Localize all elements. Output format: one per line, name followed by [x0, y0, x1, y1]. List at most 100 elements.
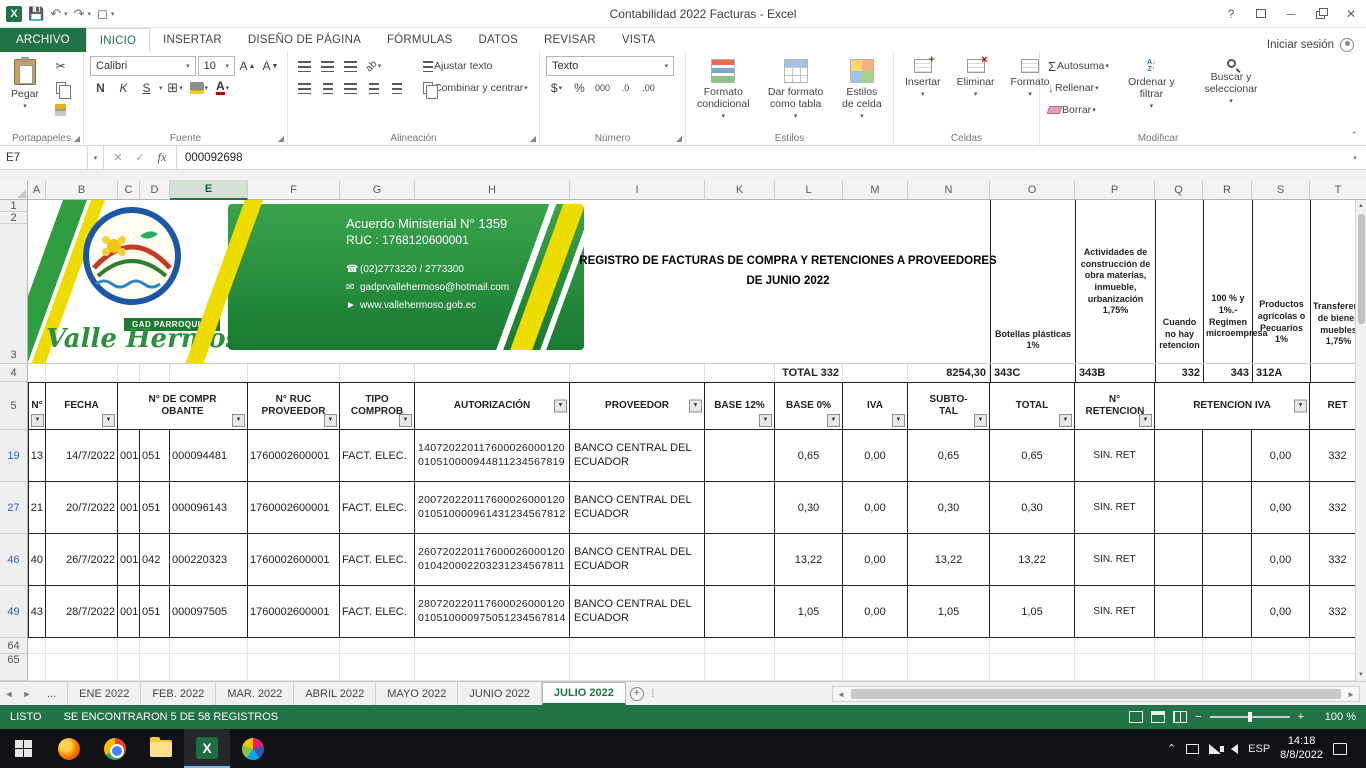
column-header-r[interactable]: R — [1203, 180, 1252, 200]
help-icon[interactable]: ? — [1216, 0, 1246, 27]
cell-tipo[interactable]: FACT. ELEC. — [340, 586, 415, 638]
align-top-button[interactable] — [294, 56, 315, 76]
sheet-tab-overflow[interactable]: ... — [36, 682, 68, 705]
cell-fecha[interactable]: 28/7/2022 — [46, 586, 118, 638]
undo-dropdown-icon[interactable]: ▾ — [64, 10, 68, 18]
column-header-e[interactable]: E — [170, 180, 248, 200]
undo-icon[interactable]: ↶ — [50, 6, 61, 22]
header-ruc[interactable]: N° RUC PROVEEDOR▼ — [248, 382, 340, 430]
cell[interactable] — [1155, 482, 1203, 534]
cell[interactable] — [1252, 654, 1310, 681]
cell[interactable] — [118, 654, 140, 681]
cell[interactable] — [705, 364, 775, 382]
font-size-select[interactable]: 10▾ — [198, 56, 235, 76]
column-header-q[interactable]: Q — [1155, 180, 1203, 200]
zoom-level[interactable]: 100 % — [1312, 711, 1356, 723]
cell[interactable] — [340, 654, 415, 681]
header-autorizacion[interactable]: AUTORIZACIÓN▼ — [415, 382, 570, 430]
cell[interactable] — [248, 364, 340, 382]
number-dialog-launcher-icon[interactable]: ◢ — [676, 134, 682, 143]
cell[interactable] — [843, 654, 908, 681]
increase-decimal-button[interactable]: .0 — [615, 78, 636, 98]
cell[interactable] — [843, 638, 908, 654]
conditional-formatting-button[interactable]: Formato condicional ▾ — [692, 56, 755, 129]
cell[interactable] — [46, 364, 118, 382]
header-base0[interactable]: BASE 0%▼ — [775, 382, 843, 430]
header-retencion-iva[interactable]: RETENCION IVA▼ — [1155, 382, 1310, 430]
cell[interactable] — [46, 638, 118, 654]
filter-comprobante-icon[interactable]: ▼ — [232, 414, 245, 427]
cell-ruc[interactable]: 1760002600001 — [248, 534, 340, 586]
delete-cells-button[interactable]: × Eliminar ▾ — [952, 56, 1000, 129]
cell[interactable] — [140, 638, 170, 654]
sheet-nav-right-icon[interactable]: ► — [18, 682, 36, 705]
horizontal-scroll-thumb[interactable] — [851, 689, 1341, 699]
cell[interactable] — [415, 364, 570, 382]
header-comprobante[interactable]: N° DE COMPROBANTE▼ — [118, 382, 248, 430]
filter-fecha-icon[interactable]: ▼ — [102, 414, 115, 427]
cell[interactable] — [908, 638, 990, 654]
cell[interactable] — [1155, 586, 1203, 638]
decrease-decimal-button[interactable]: .00 — [638, 78, 659, 98]
header-total[interactable]: TOTAL▼ — [990, 382, 1075, 430]
cell[interactable] — [1203, 586, 1252, 638]
filter-nretencion-icon[interactable]: ▼ — [1139, 414, 1152, 427]
cell[interactable] — [118, 364, 140, 382]
tab-formulas[interactable]: FÓRMULAS — [374, 28, 466, 52]
tab-archivo[interactable]: ARCHIVO — [0, 28, 86, 52]
row-header-49[interactable]: 49 — [0, 586, 28, 638]
total-332-cell[interactable]: TOTAL 332 — [775, 364, 843, 382]
currency-button[interactable]: $▾ — [546, 78, 567, 98]
cell[interactable] — [28, 638, 46, 654]
file-explorer-taskbar-button[interactable] — [138, 729, 184, 768]
align-middle-button[interactable] — [317, 56, 338, 76]
column-header-b[interactable]: B — [46, 180, 118, 200]
row-header-46[interactable]: 46 — [0, 534, 28, 586]
code-343b-cell[interactable]: 343B — [1075, 364, 1155, 382]
cell-base0[interactable]: 0,30 — [775, 482, 843, 534]
cell[interactable] — [705, 638, 775, 654]
row-header-65[interactable]: 65 — [0, 654, 28, 681]
autosum-button[interactable]: ΣAutosuma▾ — [1046, 56, 1111, 76]
cell[interactable] — [46, 654, 118, 681]
scroll-up-icon[interactable]: ▲ — [1358, 200, 1364, 212]
row-header-1[interactable]: 1 — [0, 200, 28, 212]
cell-autorizacion[interactable]: 1407202201176000260001200105100009448112… — [415, 430, 570, 482]
column-header-d[interactable]: D — [140, 180, 170, 200]
header-nretencion[interactable]: N° RETENCION▼ — [1075, 382, 1155, 430]
code-312a-cell[interactable]: 312A — [1252, 364, 1310, 382]
format-as-table-button[interactable]: Dar formato como tabla ▾ — [761, 56, 831, 129]
row-header-5[interactable]: 5 — [0, 382, 28, 430]
cell-total[interactable]: 0,65 — [990, 430, 1075, 482]
header-fecha[interactable]: FECHA▼ — [46, 382, 118, 430]
filter-autorizacion-active-icon[interactable]: ▼ — [554, 400, 567, 413]
row-header-3[interactable]: 3 — [0, 224, 28, 364]
cell-nretencion[interactable]: SIN. RET — [1075, 586, 1155, 638]
cell[interactable] — [1155, 534, 1203, 586]
cell-base12[interactable] — [705, 430, 775, 482]
cell[interactable] — [1203, 534, 1252, 586]
cell-subtotal[interactable]: 13,22 — [908, 534, 990, 586]
cell-base0[interactable]: 1,05 — [775, 586, 843, 638]
column-header-f[interactable]: F — [248, 180, 340, 200]
cell-fecha[interactable]: 14/7/2022 — [46, 430, 118, 482]
cell-fecha[interactable]: 26/7/2022 — [46, 534, 118, 586]
increase-font-button[interactable]: A▲ — [237, 56, 258, 76]
code-343-cell[interactable]: 343 — [1203, 364, 1252, 382]
cell-num[interactable]: 13 — [28, 430, 46, 482]
cell-total[interactable]: 0,30 — [990, 482, 1075, 534]
sheet-tab-mar-2022[interactable]: MAR. 2022 — [216, 682, 294, 705]
row-header-19[interactable]: 19 — [0, 430, 28, 482]
cell[interactable] — [1155, 654, 1203, 681]
cell-comp1[interactable]: 001 — [118, 482, 140, 534]
save-icon[interactable]: 💾 — [28, 6, 44, 22]
cell-comp3[interactable]: 000094481 — [170, 430, 248, 482]
cell-base0[interactable]: 0,65 — [775, 430, 843, 482]
new-sheet-button[interactable]: + — [626, 682, 648, 705]
row-header-2[interactable]: 2 — [0, 212, 28, 224]
cell[interactable] — [1203, 430, 1252, 482]
cell[interactable] — [1075, 638, 1155, 654]
note-agricolas[interactable]: Productos agrícolas o Pecuarios 1% — [1252, 200, 1310, 364]
cell[interactable] — [340, 364, 415, 382]
cell[interactable] — [1155, 638, 1203, 654]
